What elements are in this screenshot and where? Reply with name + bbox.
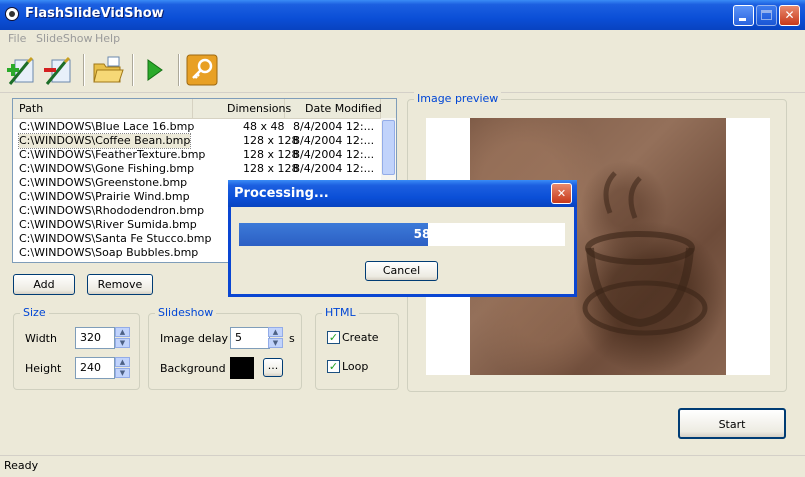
dialog-title-bar[interactable]: Processing... ✕	[228, 180, 577, 207]
maximize-icon	[761, 10, 772, 20]
file-date: 8/4/2004 12:...	[293, 134, 375, 147]
width-spinner[interactable]: ▲ ▼	[115, 327, 130, 349]
loop-label[interactable]: Loop	[342, 360, 368, 373]
spin-down-icon[interactable]: ▼	[268, 338, 283, 348]
background-label: Background	[160, 362, 226, 375]
height-spinner[interactable]: ▲ ▼	[115, 357, 130, 379]
spin-down-icon[interactable]: ▼	[115, 338, 130, 348]
file-dimensions: 128 x 128	[243, 134, 299, 147]
open-folder-icon[interactable]	[92, 54, 124, 86]
file-date: 8/4/2004 12:...	[293, 148, 375, 161]
file-path: C:\WINDOWS\Rhododendron.bmp	[19, 204, 205, 217]
status-text: Ready	[4, 459, 39, 472]
image-delay-input[interactable]: 5	[230, 327, 270, 349]
maximize-button[interactable]	[756, 5, 777, 26]
dialog-close-button[interactable]: ✕	[551, 183, 572, 204]
app-icon[interactable]	[5, 7, 19, 21]
remove-button[interactable]: Remove	[87, 274, 153, 295]
file-date: 8/4/2004 12:...	[293, 162, 375, 175]
file-path: C:\WINDOWS\Gone Fishing.bmp	[19, 162, 195, 175]
menu-slideshow[interactable]: SlideShow	[36, 32, 93, 45]
file-path: C:\WINDOWS\Blue Lace 16.bmp	[19, 120, 195, 133]
html-group: HTML ✓ Create ✓ Loop	[315, 306, 399, 390]
file-dimensions: 48 x 48	[243, 120, 285, 133]
loop-checkbox[interactable]: ✓	[327, 360, 340, 373]
file-dimensions: 128 x 128	[243, 162, 299, 175]
progress-bar: 58%	[239, 223, 565, 246]
create-label[interactable]: Create	[342, 331, 379, 344]
slideshow-group: Slideshow Image delay 5 ▲ ▼ s Background …	[148, 306, 302, 390]
status-bar: Ready	[0, 455, 805, 477]
column-path[interactable]: Path	[13, 99, 193, 118]
size-group-label: Size	[20, 306, 49, 319]
file-path: C:\WINDOWS\Greenstone.bmp	[19, 176, 188, 189]
file-path: C:\WINDOWS\River Sumida.bmp	[19, 218, 197, 231]
progress-text: 58%	[413, 227, 443, 241]
image-delay-label: Image delay	[160, 332, 229, 345]
image-delay-spinner[interactable]: ▲ ▼	[268, 327, 283, 349]
title-bar[interactable]: FlashSlideVidShow ✕	[0, 0, 805, 30]
menu-help[interactable]: Help	[95, 32, 120, 45]
delay-unit: s	[289, 332, 295, 345]
add-files-icon[interactable]	[6, 54, 38, 86]
column-dimensions[interactable]: Dimensions	[193, 99, 291, 118]
toolbar	[0, 48, 805, 93]
minimize-icon	[739, 18, 746, 21]
file-list-header: Path Dimensions Date Modified	[13, 99, 396, 119]
scrollbar-thumb[interactable]	[382, 120, 395, 175]
size-group: Size Width 320 ▲ ▼ Height 240 ▲ ▼	[13, 306, 140, 390]
menu-file[interactable]: File	[8, 32, 26, 45]
key-icon[interactable]	[186, 54, 218, 86]
column-date-modified[interactable]: Date Modified	[285, 99, 382, 118]
close-icon: ✕	[556, 187, 567, 200]
cancel-button[interactable]: Cancel	[365, 261, 438, 281]
start-button[interactable]: Start	[678, 408, 786, 439]
file-path: C:\WINDOWS\Prairie Wind.bmp	[19, 190, 190, 203]
image-preview-label: Image preview	[414, 92, 502, 105]
file-path: C:\WINDOWS\FeatherTexture.bmp	[19, 148, 206, 161]
spin-up-icon[interactable]: ▲	[268, 327, 283, 337]
spin-up-icon[interactable]: ▲	[115, 357, 130, 367]
file-date: 8/4/2004 12:...	[293, 120, 375, 133]
spin-up-icon[interactable]: ▲	[115, 327, 130, 337]
processing-dialog: Processing... ✕ 58% Cancel	[228, 180, 577, 297]
close-icon: ✕	[784, 8, 795, 22]
file-path: C:\WINDOWS\Soap Bubbles.bmp	[19, 246, 199, 259]
file-path: C:\WINDOWS\Coffee Bean.bmp	[17, 133, 192, 149]
height-input[interactable]: 240	[75, 357, 115, 379]
add-button[interactable]: Add	[13, 274, 75, 295]
toolbar-separator	[178, 54, 180, 86]
remove-files-icon[interactable]	[43, 54, 75, 86]
height-label: Height	[25, 362, 62, 375]
close-button[interactable]: ✕	[779, 5, 800, 26]
minimize-button[interactable]	[733, 5, 754, 26]
dialog-title: Processing...	[234, 186, 329, 201]
toolbar-separator	[83, 54, 85, 86]
create-checkbox[interactable]: ✓	[327, 331, 340, 344]
width-input[interactable]: 320	[75, 327, 115, 349]
toolbar-separator	[132, 54, 134, 86]
background-color-swatch[interactable]	[230, 357, 254, 379]
file-dimensions: 128 x 128	[243, 148, 299, 161]
menu-bar: File SlideShow Help	[0, 30, 805, 48]
background-browse-button[interactable]: ...	[263, 358, 283, 377]
width-label: Width	[25, 332, 57, 345]
slideshow-group-label: Slideshow	[155, 306, 217, 319]
play-icon[interactable]	[138, 54, 170, 86]
file-path: C:\WINDOWS\Santa Fe Stucco.bmp	[19, 232, 212, 245]
window-title: FlashSlideVidShow	[25, 6, 164, 21]
html-group-label: HTML	[322, 306, 359, 319]
spin-down-icon[interactable]: ▼	[115, 368, 130, 378]
